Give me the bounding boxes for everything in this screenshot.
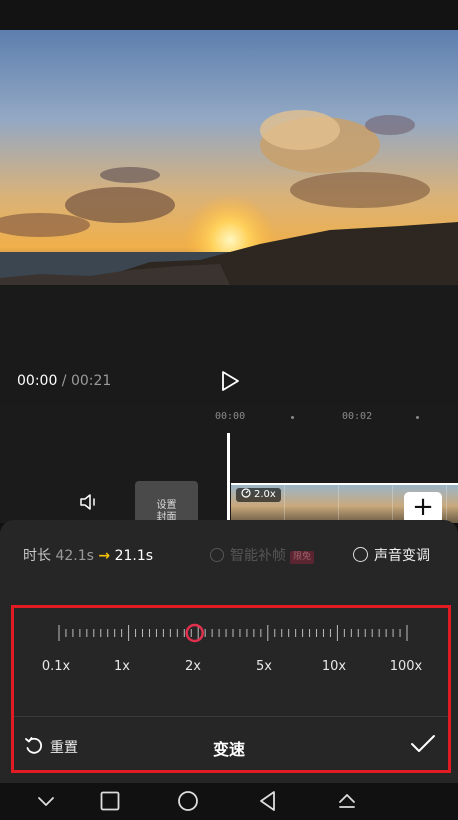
back-button[interactable] bbox=[256, 789, 280, 813]
speed-label[interactable]: 10x bbox=[309, 659, 359, 674]
clip-speed-tag: 2.0x bbox=[236, 488, 281, 502]
speed-label[interactable]: 5x bbox=[239, 659, 289, 674]
duration-new: 21.1s bbox=[114, 548, 154, 564]
pitch-label: 声音变调 bbox=[374, 548, 430, 564]
speed-label[interactable]: 0.1x bbox=[31, 659, 81, 674]
check-icon bbox=[411, 735, 435, 752]
reset-button[interactable]: 重置 bbox=[24, 736, 78, 757]
speed-label[interactable]: 1x bbox=[97, 659, 147, 674]
confirm-button[interactable] bbox=[410, 733, 436, 755]
mute-toggle[interactable] bbox=[79, 493, 101, 511]
eject-icon bbox=[339, 794, 355, 808]
smart-interpolation-toggle[interactable]: 智能补帧 限免 bbox=[210, 545, 315, 565]
clip-speed-value: 2.0x bbox=[254, 489, 276, 500]
total-time: 00:21 bbox=[70, 373, 112, 389]
clip-frame bbox=[285, 485, 339, 523]
ruler-dot bbox=[291, 416, 294, 419]
circle-icon bbox=[178, 791, 198, 811]
recent-apps-button[interactable] bbox=[98, 789, 122, 813]
time-separator: / bbox=[57, 373, 71, 389]
speed-slider-knob[interactable] bbox=[185, 623, 204, 643]
playhead[interactable] bbox=[227, 433, 230, 523]
home-button[interactable] bbox=[176, 789, 200, 813]
video-preview[interactable] bbox=[0, 30, 458, 285]
current-time: 00:00 bbox=[17, 373, 58, 389]
pitch-toggle[interactable]: 声音变调 bbox=[353, 545, 430, 565]
speed-label[interactable]: 100x bbox=[381, 659, 431, 674]
free-badge: 限免 bbox=[290, 551, 315, 564]
clip-frame bbox=[339, 485, 393, 523]
smart-interpolation-radio[interactable] bbox=[210, 548, 224, 562]
playback-time: 00:00 / 00:21 bbox=[17, 373, 111, 389]
duration-arrow: → bbox=[98, 548, 111, 564]
status-bar bbox=[0, 0, 458, 30]
smart-interpolation-label: 智能补帧 bbox=[230, 548, 286, 564]
chevron-down-icon bbox=[38, 797, 54, 806]
system-nav-bar bbox=[0, 783, 458, 820]
play-icon bbox=[222, 371, 239, 391]
duration-info: 时长 42.1s → 21.1s bbox=[23, 545, 153, 565]
collapse-button[interactable] bbox=[34, 789, 58, 813]
duration-label: 时长 bbox=[23, 548, 51, 564]
ruler-label: 00:02 bbox=[342, 411, 373, 422]
ruler-label: 00:00 bbox=[215, 411, 246, 422]
ruler-dot bbox=[416, 416, 419, 419]
volume-icon bbox=[80, 494, 95, 510]
duration-old: 42.1s bbox=[55, 548, 94, 564]
play-button[interactable] bbox=[219, 370, 241, 392]
panel-divider bbox=[14, 716, 448, 717]
undo-icon bbox=[25, 737, 43, 754]
keyboard-hide-button[interactable] bbox=[335, 789, 359, 813]
speed-slider[interactable] bbox=[58, 622, 408, 644]
pitch-radio[interactable] bbox=[353, 547, 368, 562]
square-icon bbox=[100, 791, 120, 811]
speedometer-icon bbox=[241, 488, 251, 498]
speed-label[interactable]: 2x bbox=[168, 659, 218, 674]
cover-label-line1: 设置 bbox=[156, 500, 177, 511]
triangle-back-icon bbox=[260, 791, 275, 811]
set-cover-button[interactable]: 设置 封面 bbox=[135, 481, 198, 523]
reset-label: 重置 bbox=[50, 740, 78, 756]
panel-title: 变速 bbox=[212, 740, 246, 759]
